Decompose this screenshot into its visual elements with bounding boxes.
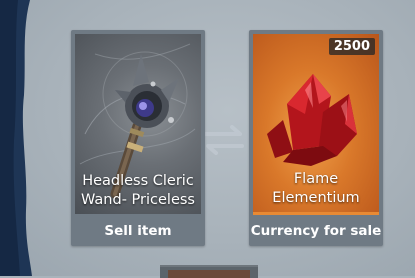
- currency-card[interactable]: 2500 Flame Elementium Currency for sale: [249, 30, 383, 246]
- bottom-panel-inner: [168, 270, 250, 278]
- selection-underline: [253, 212, 379, 215]
- sell-item-name: Headless Cleric Wand- Priceless: [81, 173, 195, 208]
- currency-name: Flame Elementium: [272, 171, 360, 206]
- sell-item-caption: Sell item: [104, 223, 172, 239]
- quantity-badge: 2500: [328, 38, 375, 55]
- bottom-panel-tab[interactable]: [160, 265, 258, 278]
- left-edge-decoration: [0, 0, 32, 276]
- sell-item-card[interactable]: Headless Cleric Wand- Priceless Sell ite…: [71, 30, 205, 246]
- currency-caption: Currency for sale: [250, 223, 382, 239]
